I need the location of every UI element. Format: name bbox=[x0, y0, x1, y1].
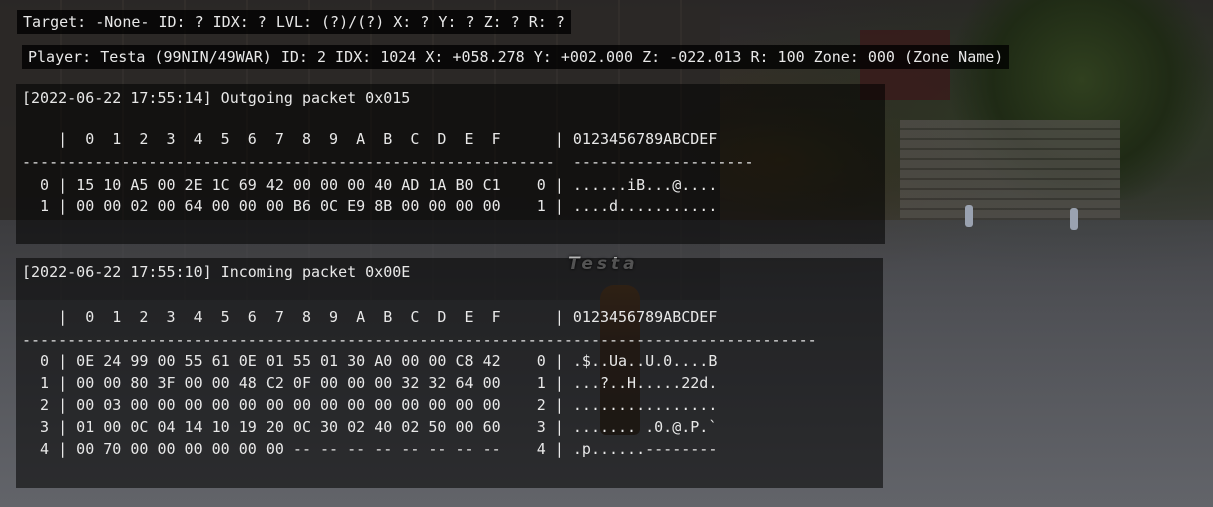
packet-header: [2022-06-22 17:55:10] Incoming packet 0x… bbox=[22, 263, 411, 281]
hex-row: 3 | 01 00 0C 04 14 10 19 20 0C 30 02 40 … bbox=[22, 418, 718, 436]
packet-header: [2022-06-22 17:55:14] Outgoing packet 0x… bbox=[22, 89, 411, 107]
hex-row: 0 | 15 10 A5 00 2E 1C 69 42 00 00 00 40 … bbox=[22, 176, 718, 194]
npc-figure[interactable] bbox=[1070, 208, 1078, 230]
outgoing-packet-panel: [2022-06-22 17:55:14] Outgoing packet 0x… bbox=[16, 84, 885, 244]
hex-row: 0 | 0E 24 99 00 55 61 0E 01 55 01 30 A0 … bbox=[22, 352, 718, 370]
npc-figure[interactable] bbox=[965, 205, 973, 227]
hex-divider: ----------------------------------------… bbox=[22, 331, 817, 349]
hex-column-header: | 0 1 2 3 4 5 6 7 8 9 A B C D E F | 0123… bbox=[22, 308, 718, 326]
target-info-bar: Target: -None- ID: ? IDX: ? LVL: (?)/(?)… bbox=[17, 10, 571, 34]
tree bbox=[950, 0, 1213, 200]
hex-divider: ----------------------------------------… bbox=[22, 153, 754, 171]
hex-row: 1 | 00 00 02 00 64 00 00 00 B6 0C E9 8B … bbox=[22, 197, 718, 215]
stone-stairs bbox=[900, 120, 1120, 220]
player-info-bar: Player: Testa (99NIN/49WAR) ID: 2 IDX: 1… bbox=[22, 45, 1010, 69]
incoming-packet-panel: [2022-06-22 17:55:10] Incoming packet 0x… bbox=[16, 258, 883, 488]
hex-row: 2 | 00 03 00 00 00 00 00 00 00 00 00 00 … bbox=[22, 396, 718, 414]
hex-column-header: | 0 1 2 3 4 5 6 7 8 9 A B C D E F | 0123… bbox=[22, 130, 718, 148]
hex-row: 1 | 00 00 80 3F 00 00 48 C2 0F 00 00 00 … bbox=[22, 374, 718, 392]
hex-row: 4 | 00 70 00 00 00 00 00 00 -- -- -- -- … bbox=[22, 440, 718, 458]
